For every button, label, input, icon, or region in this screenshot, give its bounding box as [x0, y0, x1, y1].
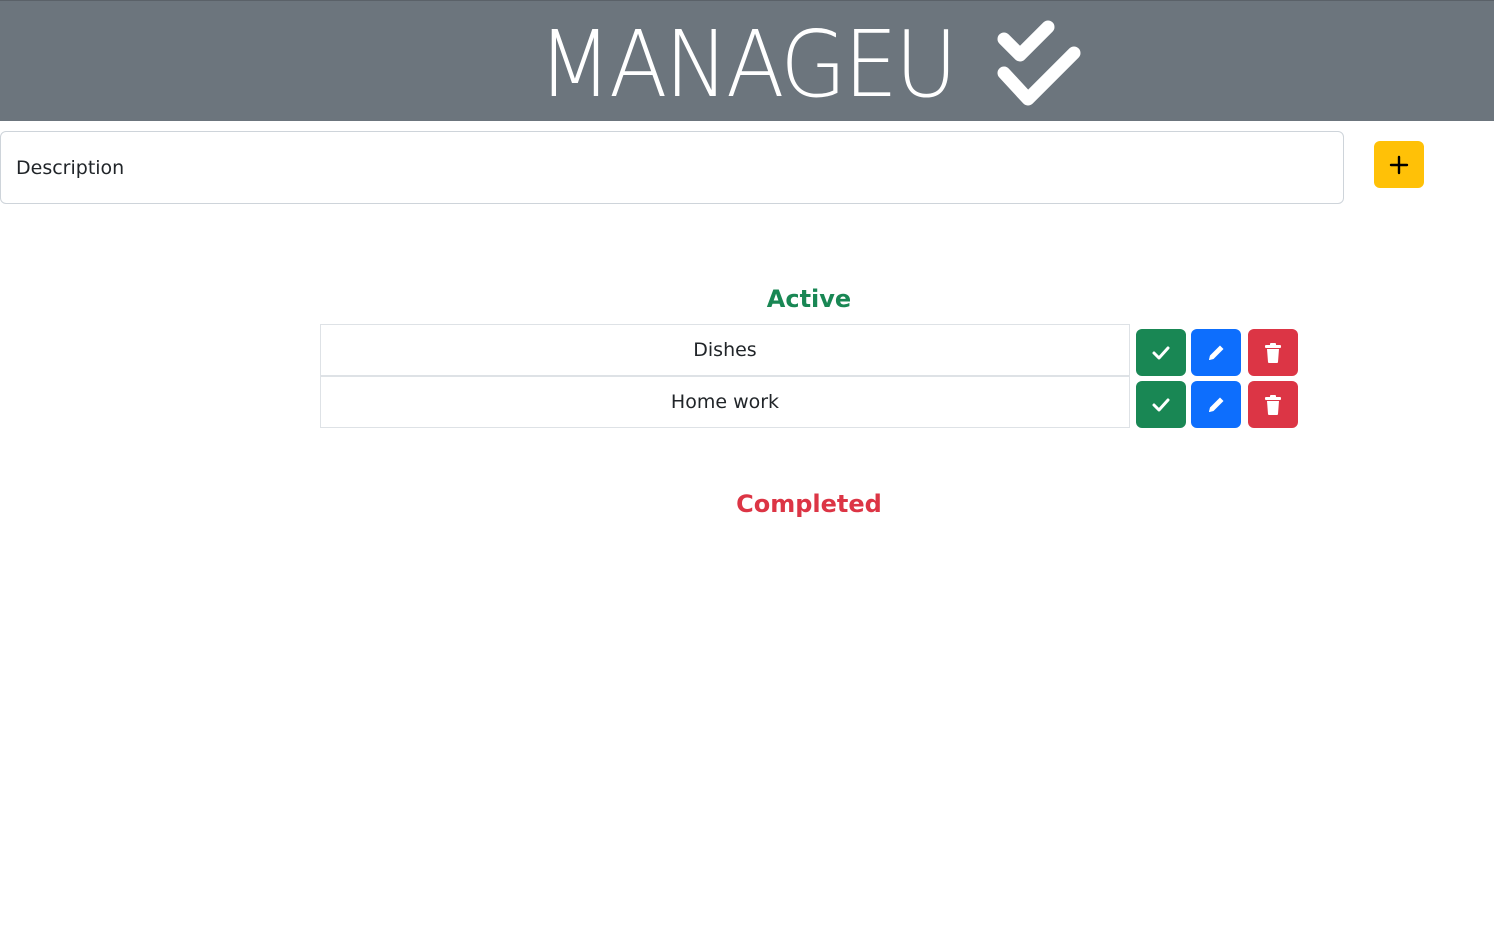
- check-icon: [1152, 398, 1170, 411]
- logo-text: MANAGEU: [538, 11, 958, 118]
- task-row: Home work: [320, 376, 1300, 428]
- pencil-icon: [1209, 397, 1224, 412]
- delete-task-button[interactable]: [1248, 329, 1298, 376]
- complete-task-button[interactable]: [1136, 381, 1186, 428]
- edit-task-button[interactable]: [1191, 381, 1241, 428]
- app-header: MANAGEU: [0, 0, 1494, 121]
- add-task-button[interactable]: [1374, 141, 1424, 188]
- task-label: Home work: [320, 376, 1130, 428]
- delete-task-button[interactable]: [1248, 381, 1298, 428]
- complete-task-button[interactable]: [1136, 329, 1186, 376]
- trash-icon: [1265, 394, 1281, 415]
- trash-icon: [1265, 342, 1281, 363]
- plus-icon: [1389, 155, 1409, 174]
- completed-section-title: Completed: [736, 490, 882, 518]
- task-row: Dishes: [320, 324, 1300, 376]
- pencil-icon: [1209, 345, 1224, 360]
- active-section-title: Active: [766, 285, 852, 313]
- check-icon: [1152, 346, 1170, 359]
- task-label: Dishes: [320, 324, 1130, 376]
- edit-task-button[interactable]: [1191, 329, 1241, 376]
- app-logo: MANAGEU: [538, 11, 1081, 118]
- description-input[interactable]: [0, 131, 1344, 204]
- double-check-icon: [997, 20, 1081, 106]
